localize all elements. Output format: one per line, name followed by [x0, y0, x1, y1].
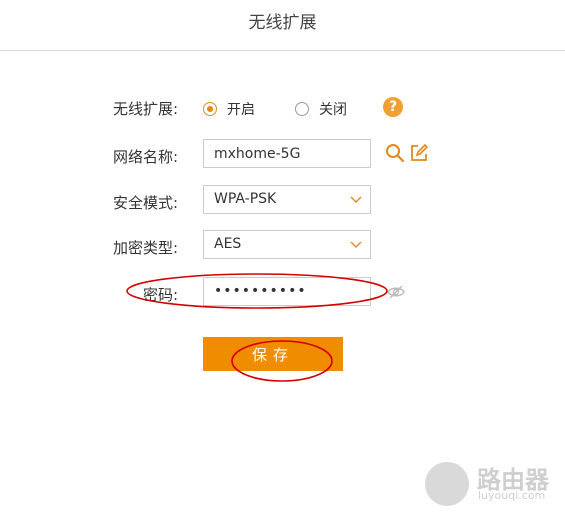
radio-off[interactable]: 关闭: [295, 99, 347, 119]
radio-on-indicator[interactable]: [203, 102, 217, 116]
encryption-select[interactable]: AES: [203, 230, 371, 259]
encryption-label: 加密类型:: [112, 239, 178, 257]
chevron-down-icon: [350, 196, 362, 203]
security-select[interactable]: WPA-PSK: [203, 185, 371, 214]
ssid-label: 网络名称:: [112, 148, 178, 166]
radio-on-label: 开启: [227, 102, 255, 118]
password-label: 密码:: [142, 286, 178, 304]
save-button[interactable]: 保存: [203, 337, 343, 371]
header-divider: [0, 50, 565, 51]
radio-off-indicator[interactable]: [295, 102, 309, 116]
eye-off-icon[interactable]: [386, 282, 406, 302]
password-input[interactable]: ••••••••••: [203, 277, 371, 306]
watermark-logo-icon: [425, 462, 469, 506]
security-label: 安全模式:: [112, 194, 178, 212]
extend-label: 无线扩展:: [112, 100, 178, 118]
radio-off-label: 关闭: [319, 102, 347, 118]
page-title: 无线扩展: [248, 13, 317, 33]
search-icon[interactable]: [385, 143, 405, 163]
question-icon[interactable]: ?: [383, 97, 403, 117]
security-value: WPA-PSK: [214, 191, 277, 207]
edit-icon[interactable]: [409, 143, 429, 163]
watermark-subtext: luyouqi.com: [478, 489, 546, 502]
chevron-down-icon: [350, 241, 362, 248]
ssid-input[interactable]: [203, 139, 371, 168]
encryption-value: AES: [214, 236, 242, 252]
radio-on[interactable]: 开启: [203, 99, 255, 119]
